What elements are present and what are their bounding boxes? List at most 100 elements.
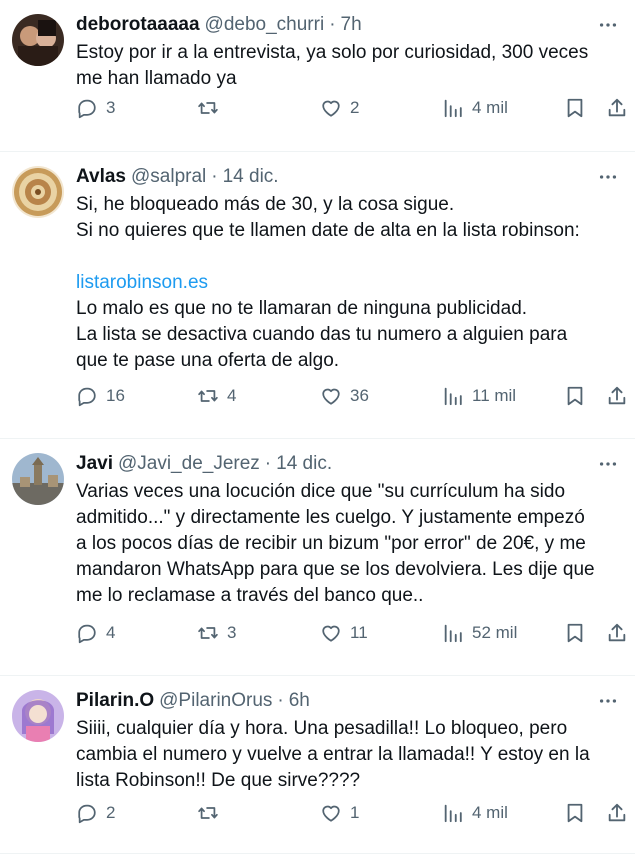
tweet-text: Si, he bloqueado más de 30, y la cosa si… [76,192,621,374]
retweet-icon [197,622,219,644]
bookmark-icon [564,97,586,119]
more-icon[interactable] [595,12,621,38]
like-count: 1 [350,803,360,822]
retweet-icon [197,97,219,119]
like-icon [320,385,342,407]
reply-button[interactable]: 4 [76,618,115,648]
separator-dot: · [211,166,218,187]
more-icon[interactable] [595,164,621,190]
tweet-text-line: me han llamado ya [76,68,237,89]
like-icon [320,802,342,824]
tweet-text-line: Si, he bloqueado más de 30, y la cosa si… [76,194,455,215]
retweet-icon [197,802,219,824]
avatar[interactable] [12,453,64,505]
like-button[interactable]: 2 [320,93,359,123]
share-icon [606,97,628,119]
avatar[interactable] [12,14,64,66]
bookmark-icon [564,802,586,824]
reply-icon [76,97,98,119]
tweet[interactable]: Pilarin.O @PilarinOrus · 6h Siiii, cualq… [0,676,635,854]
share-button[interactable] [606,93,628,123]
like-icon [320,97,342,119]
tweet-text-line: a los pocos días de recibir un bizum "po… [76,533,586,554]
tweet-text-line: lista Robinson!! De que sirve???? [76,770,361,791]
views-button[interactable]: 11 mil [442,381,516,411]
like-icon [320,622,342,644]
reply-count: 16 [106,386,125,405]
author-handle[interactable]: @salpral [131,164,206,190]
author-handle[interactable]: @debo_churri [205,12,325,38]
views-button[interactable]: 4 mil [442,798,508,828]
like-button[interactable]: 36 [320,381,369,411]
author-name[interactable]: deborotaaaaa [76,12,200,38]
bookmark-button[interactable] [564,381,586,411]
tweet-content: Avlas @salpral · 14 dic. Si, he bloquead… [76,164,621,374]
retweet-button[interactable] [197,798,227,828]
tweet-text-line [76,244,621,270]
bookmark-icon [564,385,586,407]
reply-button[interactable]: 2 [76,798,115,828]
reply-count: 2 [106,803,116,822]
share-button[interactable] [606,381,628,411]
reply-icon [76,802,98,824]
share-icon [606,802,628,824]
author-handle[interactable]: @PilarinOrus [159,688,272,714]
like-button[interactable]: 1 [320,798,359,828]
bookmark-button[interactable] [564,798,586,828]
tweet-text-line: Si no quieres que te llamen date de alta… [76,220,580,241]
tweet-text-line: Lo malo es que no te llamaran de ninguna… [76,298,528,319]
tweet-time[interactable]: 14 dic. [276,451,332,477]
views-count: 11 mil [472,386,517,405]
share-icon [606,622,628,644]
author-name[interactable]: Pilarin.O [76,688,154,714]
avatar[interactable] [12,690,64,742]
tweet-header: Pilarin.O @PilarinOrus · 6h [76,688,621,714]
more-icon[interactable] [595,688,621,714]
more-icon[interactable] [595,451,621,477]
share-button[interactable] [606,618,628,648]
tweet-feed: deborotaaaaa @debo_churri · 7h Estoy por… [0,0,635,854]
views-button[interactable]: 52 mil [442,618,517,648]
bookmark-button[interactable] [564,93,586,123]
retweet-button[interactable]: 4 [197,381,236,411]
reply-button[interactable]: 3 [76,93,115,123]
tweet[interactable]: Avlas @salpral · 14 dic. Si, he bloquead… [0,152,635,439]
share-button[interactable] [606,798,628,828]
avatar[interactable] [12,166,64,218]
reply-icon [76,622,98,644]
author-name[interactable]: Javi [76,451,113,477]
tweet-link[interactable]: listarobinson.es [76,270,621,296]
separator-dot: · [277,690,284,711]
tweet-text-line: mandaron WhatsApp para que se los devolv… [76,559,595,580]
like-button[interactable]: 11 [320,618,368,648]
views-icon [442,97,464,119]
tweet-text-line: Siiii, cualquier día y hora. Una pesadil… [76,718,568,739]
retweet-count: 3 [227,623,237,642]
tweet-time[interactable]: 6h [289,688,310,714]
bookmark-button[interactable] [564,618,586,648]
retweet-button[interactable]: 3 [197,618,236,648]
tweet-text-line: me lo reclamase a través del banco que.. [76,585,424,606]
views-count: 4 mil [472,98,508,117]
tweet-text-line: que te pase una oferta de algo. [76,350,340,371]
tweet-content: deborotaaaaa @debo_churri · 7h Estoy por… [76,12,621,92]
views-count: 4 mil [472,803,508,822]
tweet-text-line: La lista se desactiva cuando das tu nume… [76,324,568,345]
tweet-header: Javi @Javi_de_Jerez · 14 dic. [76,451,621,477]
tweet-text-line: admitido..." y directamente les cuelgo. … [76,507,585,528]
author-name[interactable]: Avlas [76,164,126,190]
views-button[interactable]: 4 mil [442,93,508,123]
tweet-header: deborotaaaaa @debo_churri · 7h [76,12,621,38]
tweet-time[interactable]: 14 dic. [223,164,279,190]
tweet-text-line: Estoy por ir a la entrevista, ya solo po… [76,42,589,63]
views-icon [442,802,464,824]
author-handle[interactable]: @Javi_de_Jerez [118,451,260,477]
views-count: 52 mil [472,623,518,642]
tweet-time[interactable]: 7h [341,12,362,38]
retweet-button[interactable] [197,93,227,123]
separator-dot: · [329,14,336,35]
tweet[interactable]: Javi @Javi_de_Jerez · 14 dic. Varias vec… [0,439,635,676]
tweet[interactable]: deborotaaaaa @debo_churri · 7h Estoy por… [0,0,635,152]
share-icon [606,385,628,407]
reply-button[interactable]: 16 [76,381,125,411]
